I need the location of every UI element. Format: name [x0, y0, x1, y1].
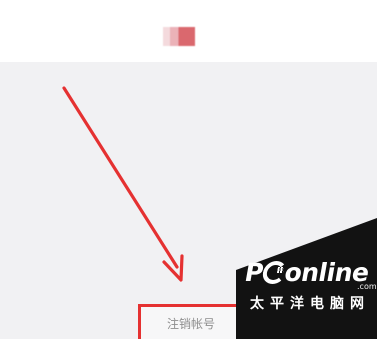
deregister-account-button[interactable]: 注销帐号	[138, 304, 243, 339]
watermark-subtitle: 太平洋电脑网	[250, 296, 370, 312]
red-arrow-icon	[62, 86, 184, 282]
pconline-watermark: Ponline .com.cn 太平洋电脑网	[236, 218, 377, 339]
pconline-logo: Ponline	[242, 258, 371, 287]
watermark-domain: .com.cn	[357, 282, 377, 291]
deregister-account-label: 注销帐号	[167, 317, 216, 331]
app-screen: 注销帐号 Ponline .com.cn 太平洋电脑网	[0, 0, 377, 339]
